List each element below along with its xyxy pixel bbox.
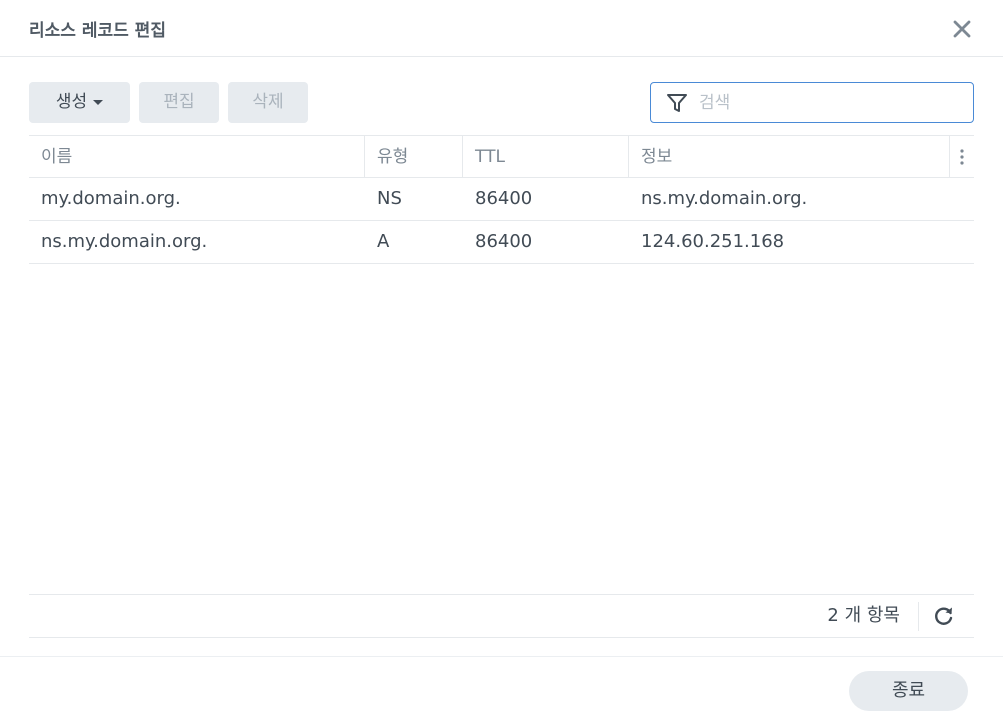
create-button-label: 생성 (55, 92, 88, 112)
footer-divider-line (0, 656, 1003, 657)
column-header-ttl[interactable]: TTL (463, 136, 629, 178)
column-header-name[interactable]: 이름 (29, 136, 365, 178)
edit-button[interactable]: 편집 (139, 82, 219, 123)
cell-name: ns.my.domain.org. (41, 231, 208, 252)
create-button[interactable]: 생성 (29, 82, 130, 123)
item-count: 2 개 항목 (827, 605, 900, 626)
filter-icon[interactable] (666, 92, 688, 114)
column-header-type[interactable]: 유형 (365, 136, 463, 178)
column-header-info[interactable]: 정보 (629, 136, 950, 178)
records-table: 이름 유형 TTL 정보 my.domain.org. NS 86400 ns.… (29, 135, 974, 264)
cell-ttl: 86400 (475, 188, 533, 209)
close-icon[interactable] (950, 17, 974, 41)
cell-name: my.domain.org. (41, 188, 181, 209)
cell-info: 124.60.251.168 (641, 231, 785, 252)
caret-down-icon (93, 99, 104, 105)
search-input[interactable] (699, 89, 961, 116)
delete-button[interactable]: 삭제 (228, 82, 308, 123)
table-row[interactable]: my.domain.org. NS 86400 ns.my.domain.org… (29, 178, 974, 221)
cell-ttl: 86400 (475, 231, 533, 252)
refresh-icon[interactable] (932, 604, 956, 628)
footer-divider (918, 602, 919, 631)
table-footer: 2 개 항목 (29, 594, 974, 638)
table-row[interactable]: ns.my.domain.org. A 86400 124.60.251.168 (29, 221, 974, 264)
search-box[interactable] (650, 82, 974, 123)
close-button[interactable]: 종료 (849, 671, 968, 711)
dialog-header: 리소스 레코드 편집 (0, 0, 1003, 57)
cell-type: A (377, 231, 390, 252)
cell-info: ns.my.domain.org. (641, 188, 808, 209)
column-menu-icon[interactable] (950, 136, 974, 178)
dialog-title: 리소스 레코드 편집 (29, 21, 166, 41)
table-header: 이름 유형 TTL 정보 (29, 135, 974, 178)
cell-type: NS (377, 188, 402, 209)
